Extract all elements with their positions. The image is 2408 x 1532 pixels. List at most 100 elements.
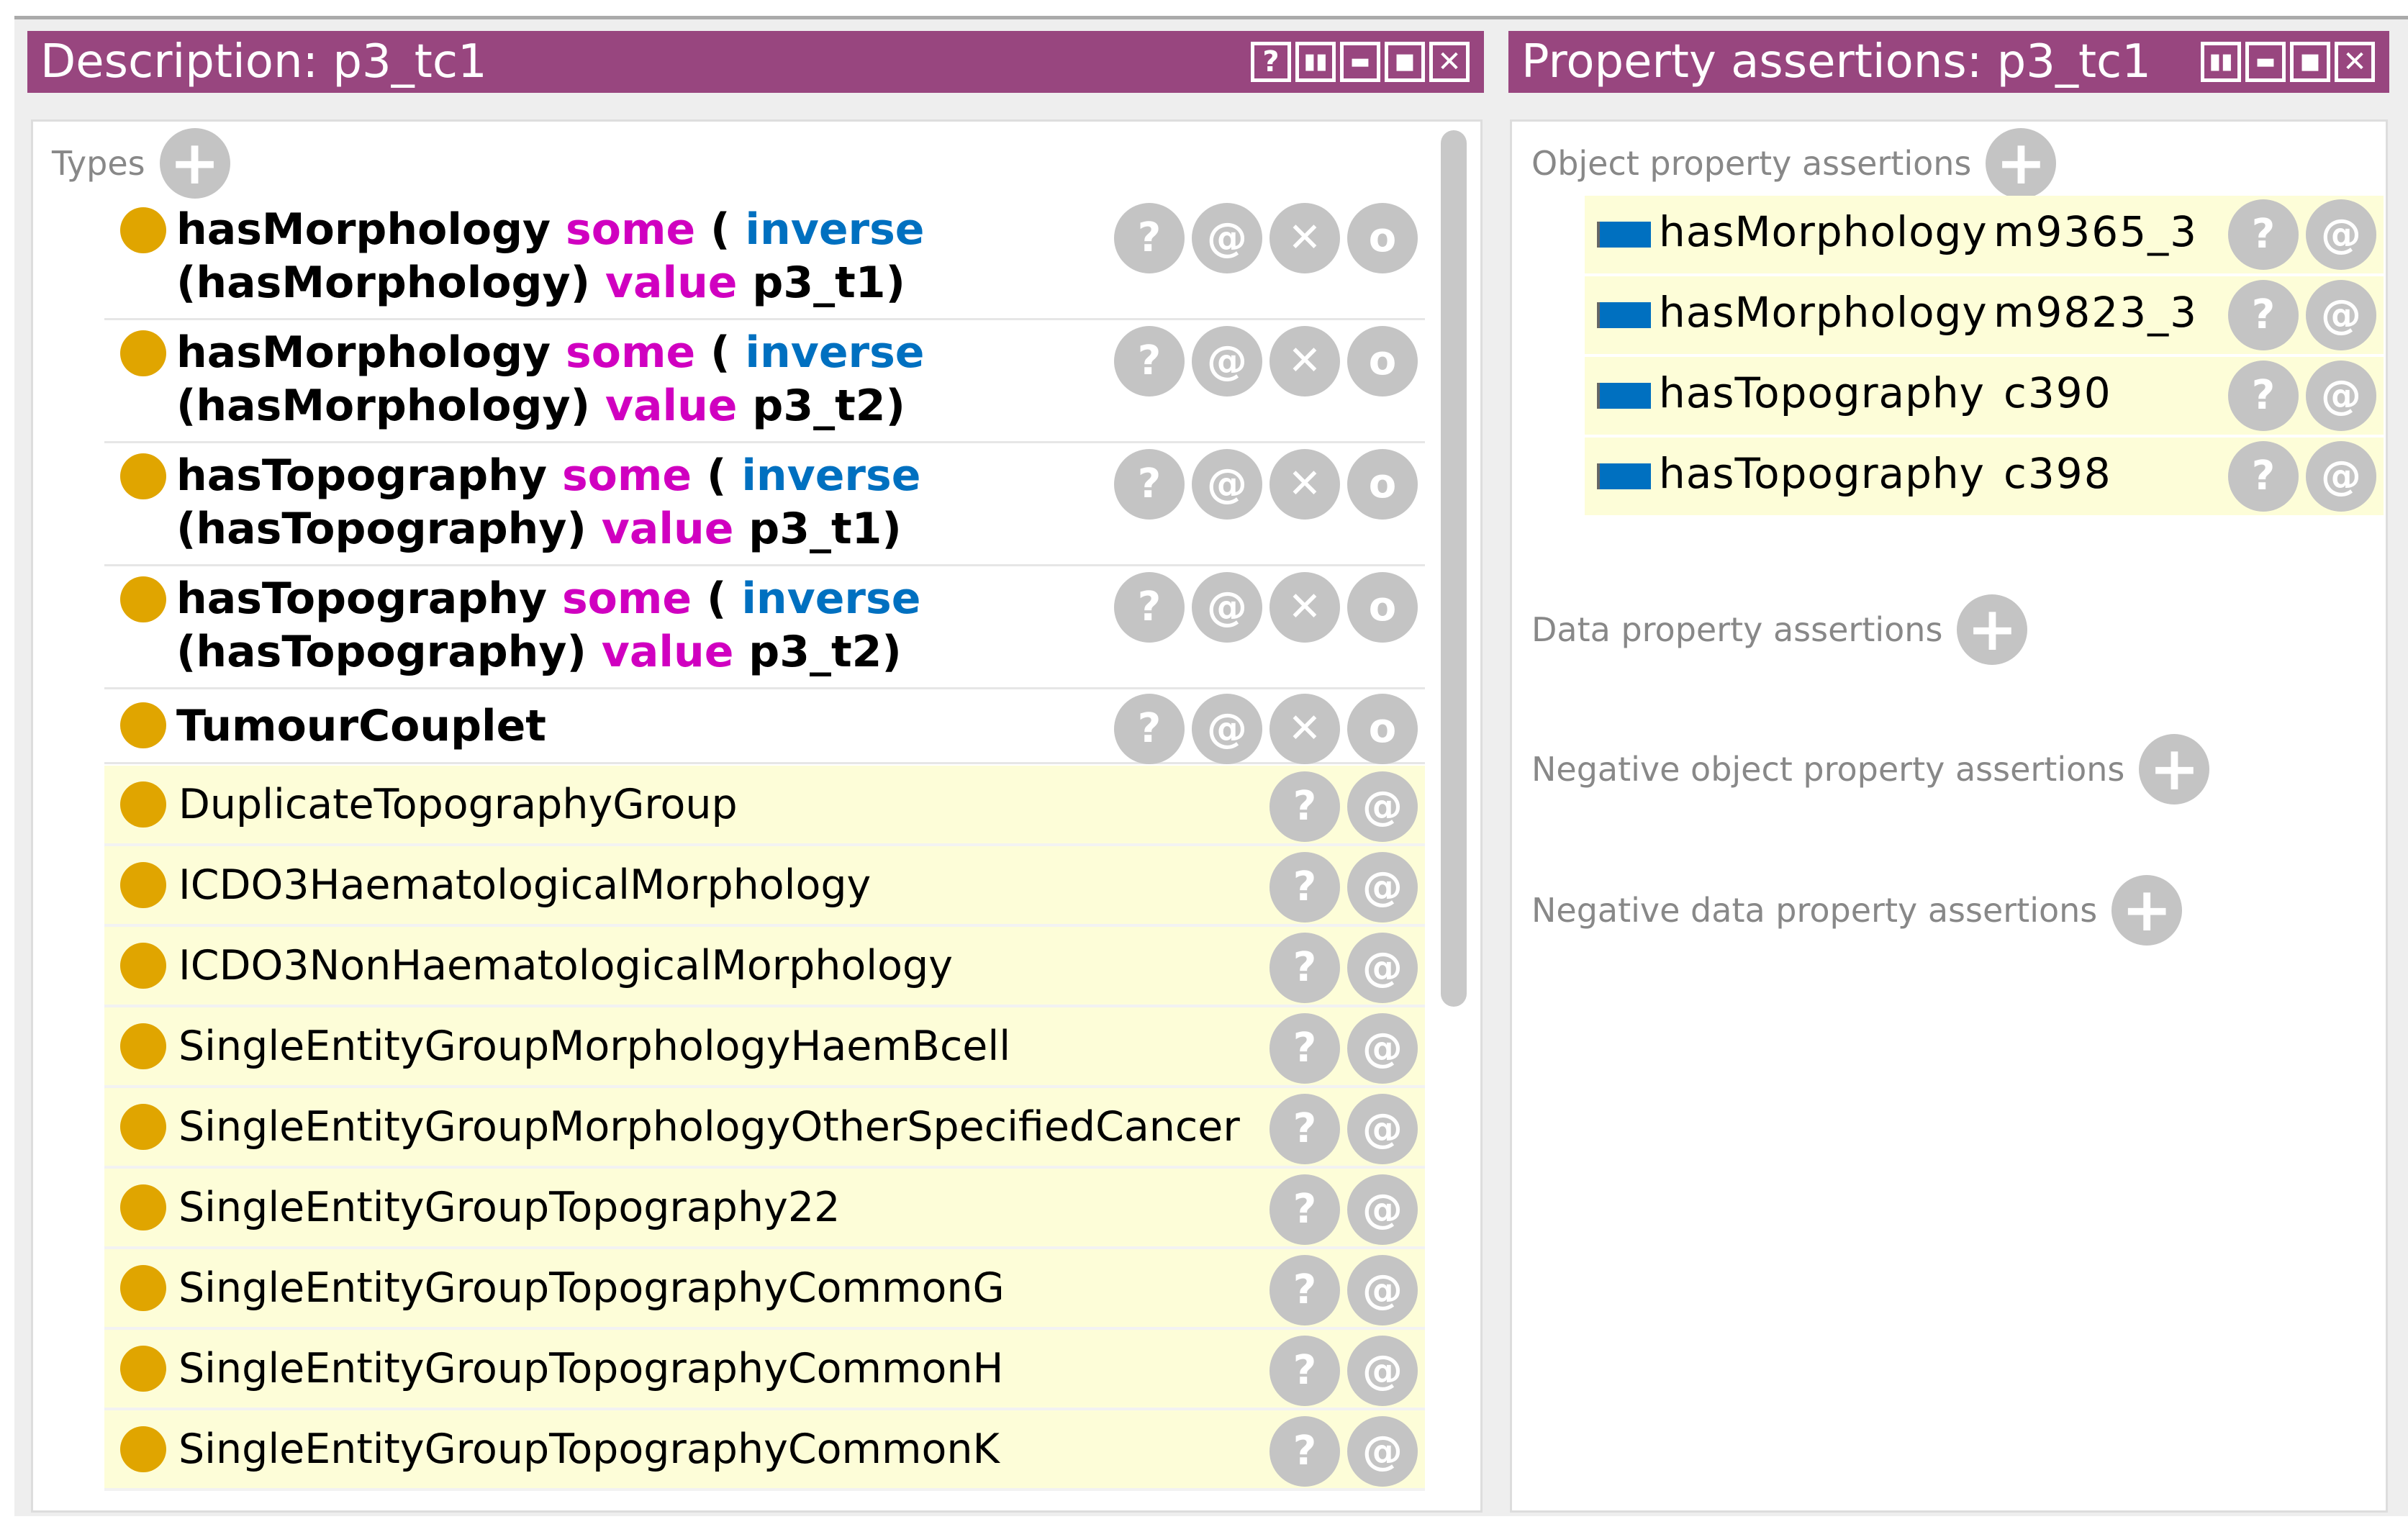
asserted-type-row[interactable]: hasMorphology some ( inverse (hasMorpholo… bbox=[104, 320, 1425, 443]
class-icon bbox=[120, 943, 166, 989]
annotate-button[interactable]: @ bbox=[1347, 1174, 1418, 1245]
delete-button[interactable]: ✕ bbox=[1269, 694, 1340, 764]
asserted-type-row[interactable]: hasTopography some ( inverse (hasTopograp… bbox=[104, 443, 1425, 566]
object-property-section: Object property assertions + bbox=[1531, 128, 2057, 199]
annotate-button[interactable]: @ bbox=[1347, 1013, 1418, 1084]
add-type-button[interactable]: + bbox=[159, 128, 230, 199]
edit-button[interactable]: o bbox=[1347, 449, 1418, 520]
annotate-button[interactable]: @ bbox=[1347, 933, 1418, 1003]
annotate-button[interactable]: @ bbox=[1347, 1336, 1418, 1406]
expression-token: (hasTopography) bbox=[176, 504, 587, 554]
object-property-row[interactable]: hasTopography c398? @ bbox=[1585, 438, 2384, 515]
asserted-type-row[interactable]: hasMorphology some ( inverse (hasMorpholo… bbox=[104, 197, 1425, 320]
scrollbar[interactable] bbox=[1441, 130, 1467, 1007]
explain-button[interactable]: ? bbox=[1269, 852, 1340, 923]
close-button[interactable]: ✕ bbox=[1429, 42, 1470, 82]
inferred-type-row[interactable]: SingleEntityGroupTopography22? @ bbox=[104, 1169, 1425, 1249]
delete-button[interactable]: ✕ bbox=[1269, 203, 1340, 273]
row-buttons: ? @ bbox=[2228, 361, 2376, 431]
explain-button[interactable]: ? bbox=[2228, 280, 2299, 350]
split-vertical-button[interactable]: ▮▮ bbox=[2201, 42, 2241, 82]
annotate-button[interactable]: @ bbox=[2306, 361, 2376, 431]
annotate-button[interactable]: @ bbox=[1347, 1255, 1418, 1325]
inferred-type-row[interactable]: ICDO3HaematologicalMorphology? @ bbox=[104, 846, 1425, 927]
row-buttons: ? @ bbox=[1269, 933, 1418, 1003]
row-buttons: ? @ ✕ o bbox=[1114, 449, 1418, 520]
add-object-property-button[interactable]: + bbox=[1986, 128, 2057, 199]
explain-button[interactable]: ? bbox=[1269, 1174, 1340, 1245]
row-buttons: ? @ bbox=[2228, 441, 2376, 512]
inferred-type-row[interactable]: SingleEntityGroupTopographyCommonK? @ bbox=[104, 1410, 1425, 1491]
annotate-button[interactable]: @ bbox=[1192, 572, 1262, 643]
annotate-button[interactable]: @ bbox=[1347, 852, 1418, 923]
object-property-row[interactable]: hasMorphology m9823_3? @ bbox=[1585, 276, 2384, 354]
inferred-type-row[interactable]: SingleEntityGroupTopographyCommonG? @ bbox=[104, 1249, 1425, 1330]
inferred-type-row[interactable]: ICDO3NonHaematologicalMorphology? @ bbox=[104, 927, 1425, 1007]
row-buttons: ? @ ✕ o bbox=[1114, 326, 1418, 396]
object-property-row[interactable]: hasMorphology m9365_3? @ bbox=[1585, 196, 2384, 273]
class-icon bbox=[120, 1104, 166, 1150]
object-property-icon bbox=[1597, 302, 1651, 328]
edit-button[interactable]: o bbox=[1347, 326, 1418, 396]
class-icon bbox=[120, 862, 166, 908]
annotate-button[interactable]: @ bbox=[2306, 199, 2376, 270]
negative-object-property-section: Negative object property assertions + bbox=[1531, 734, 2210, 804]
explain-button[interactable]: ? bbox=[1114, 449, 1185, 520]
explain-button[interactable]: ? bbox=[1269, 1416, 1340, 1487]
explain-button[interactable]: ? bbox=[2228, 199, 2299, 270]
property-name: hasMorphology bbox=[1659, 207, 1988, 256]
inferred-type-row[interactable]: SingleEntityGroupMorphologyOtherSpecifie… bbox=[104, 1088, 1425, 1169]
row-buttons: ? @ bbox=[2228, 199, 2376, 270]
expression-token: inverse bbox=[741, 574, 921, 624]
explain-button[interactable]: ? bbox=[1269, 933, 1340, 1003]
explain-button[interactable]: ? bbox=[1269, 1255, 1340, 1325]
close-button[interactable]: ✕ bbox=[2335, 42, 2375, 82]
edit-button[interactable]: o bbox=[1347, 572, 1418, 643]
asserted-type-row[interactable]: hasTopography some ( inverse (hasTopograp… bbox=[104, 566, 1425, 689]
split-vertical-button[interactable]: ▮▮ bbox=[1295, 42, 1336, 82]
split-horizontal-button[interactable]: ▬ bbox=[2245, 42, 2286, 82]
annotate-button[interactable]: @ bbox=[1347, 1094, 1418, 1164]
maximize-button[interactable]: ■ bbox=[1385, 42, 1425, 82]
annotate-button[interactable]: @ bbox=[1347, 771, 1418, 842]
annotate-button[interactable]: @ bbox=[1192, 326, 1262, 396]
edit-button[interactable]: o bbox=[1347, 694, 1418, 764]
explain-button[interactable]: ? bbox=[2228, 361, 2299, 431]
add-negative-object-property-button[interactable]: + bbox=[2139, 734, 2210, 804]
explain-button[interactable]: ? bbox=[1269, 771, 1340, 842]
annotate-button[interactable]: @ bbox=[1347, 1416, 1418, 1487]
edit-button[interactable]: o bbox=[1347, 203, 1418, 273]
inferred-type-row[interactable]: DuplicateTopographyGroup? @ bbox=[104, 766, 1425, 846]
annotate-button[interactable]: @ bbox=[2306, 441, 2376, 512]
row-buttons: ? @ bbox=[1269, 852, 1418, 923]
add-negative-data-property-button[interactable]: + bbox=[2111, 875, 2183, 946]
annotate-button[interactable]: @ bbox=[1192, 203, 1262, 273]
object-property-row[interactable]: hasTopography c390? @ bbox=[1585, 357, 2384, 435]
explain-button[interactable]: ? bbox=[1114, 326, 1185, 396]
delete-button[interactable]: ✕ bbox=[1269, 572, 1340, 643]
inferred-type-row[interactable]: SingleEntityGroupMorphologyHaemBcell? @ bbox=[104, 1007, 1425, 1088]
split-horizontal-button[interactable]: ▬ bbox=[1340, 42, 1380, 82]
expression-token: (hasMorphology) bbox=[176, 381, 591, 431]
explain-button[interactable]: ? bbox=[1269, 1336, 1340, 1406]
help-button[interactable]: ? bbox=[1251, 42, 1291, 82]
delete-button[interactable]: ✕ bbox=[1269, 326, 1340, 396]
annotate-button[interactable]: @ bbox=[1192, 449, 1262, 520]
explain-button[interactable]: ? bbox=[1114, 694, 1185, 764]
add-data-property-button[interactable]: + bbox=[1957, 594, 2028, 665]
maximize-button[interactable]: ■ bbox=[2290, 42, 2330, 82]
explain-button[interactable]: ? bbox=[1269, 1013, 1340, 1084]
explain-button[interactable]: ? bbox=[1269, 1094, 1340, 1164]
explain-button[interactable]: ? bbox=[1114, 572, 1185, 643]
property-value: c390 bbox=[2004, 368, 2112, 417]
explain-button[interactable]: ? bbox=[2228, 441, 2299, 512]
asserted-type-row[interactable]: TumourCouplet? @ ✕ o bbox=[104, 689, 1425, 764]
class-icon bbox=[120, 453, 166, 499]
explain-button[interactable]: ? bbox=[1114, 203, 1185, 273]
annotate-button[interactable]: @ bbox=[1192, 694, 1262, 764]
type-name: SingleEntityGroupMorphologyOtherSpecifie… bbox=[178, 1103, 1240, 1151]
inferred-type-row[interactable]: SingleEntityGroupTopographyCommonH? @ bbox=[104, 1330, 1425, 1410]
negative-data-property-section: Negative data property assertions + bbox=[1531, 875, 2183, 946]
annotate-button[interactable]: @ bbox=[2306, 280, 2376, 350]
delete-button[interactable]: ✕ bbox=[1269, 449, 1340, 520]
